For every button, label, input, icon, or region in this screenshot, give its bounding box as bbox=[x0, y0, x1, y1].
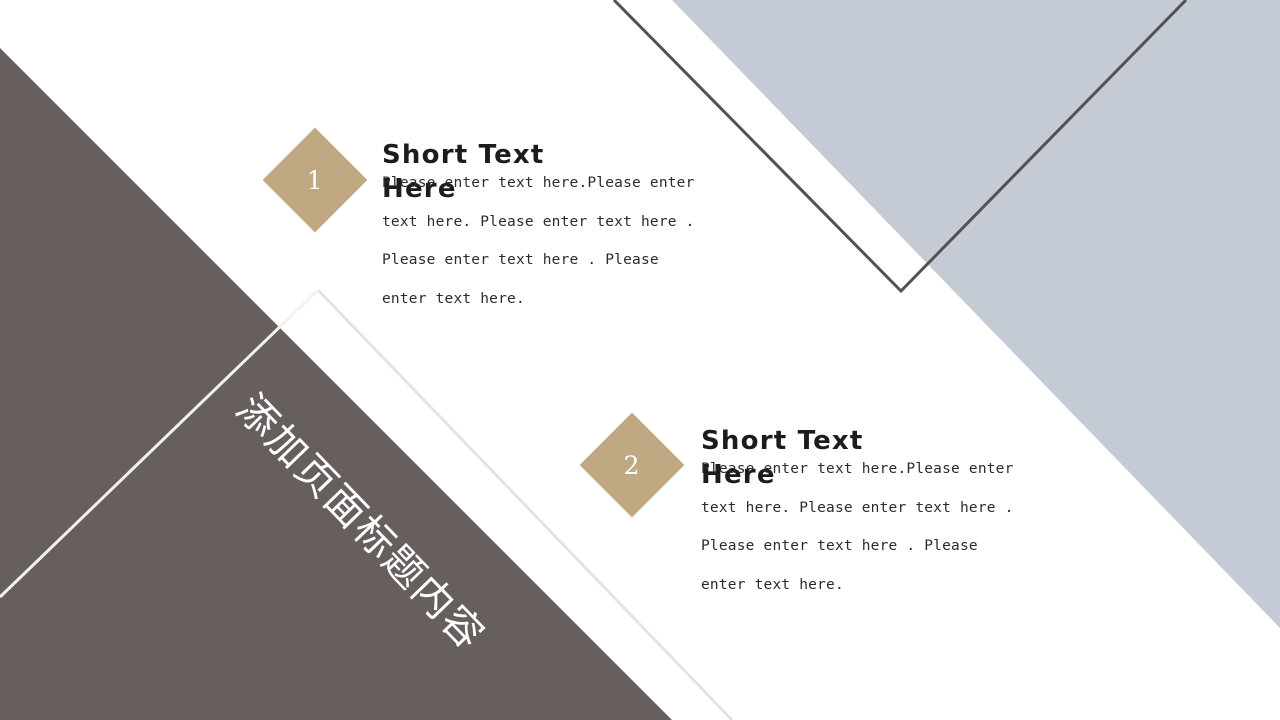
item-body-2: Please enter text here.Please enter text… bbox=[701, 461, 1014, 593]
item-number-badge-2: 2 bbox=[579, 412, 685, 518]
item-number-badge-1: 1 bbox=[262, 127, 368, 233]
background-shapes bbox=[0, 0, 1280, 720]
page-title: 添加页面标题内容 bbox=[227, 385, 494, 660]
slide-canvas: 添加页面标题内容 1 Short Text Here Please enter … bbox=[0, 0, 1280, 720]
item-text-block-2: Short Text Here Please enter text here.P… bbox=[701, 424, 1031, 612]
item-number-2: 2 bbox=[624, 450, 640, 480]
item-number-1: 1 bbox=[307, 165, 323, 195]
item-text-block-1: Short Text Here Please enter text here.P… bbox=[382, 138, 712, 326]
faint-chevron-outline bbox=[316, 288, 734, 720]
item-body-1: Please enter text here.Please enter text… bbox=[382, 175, 695, 307]
